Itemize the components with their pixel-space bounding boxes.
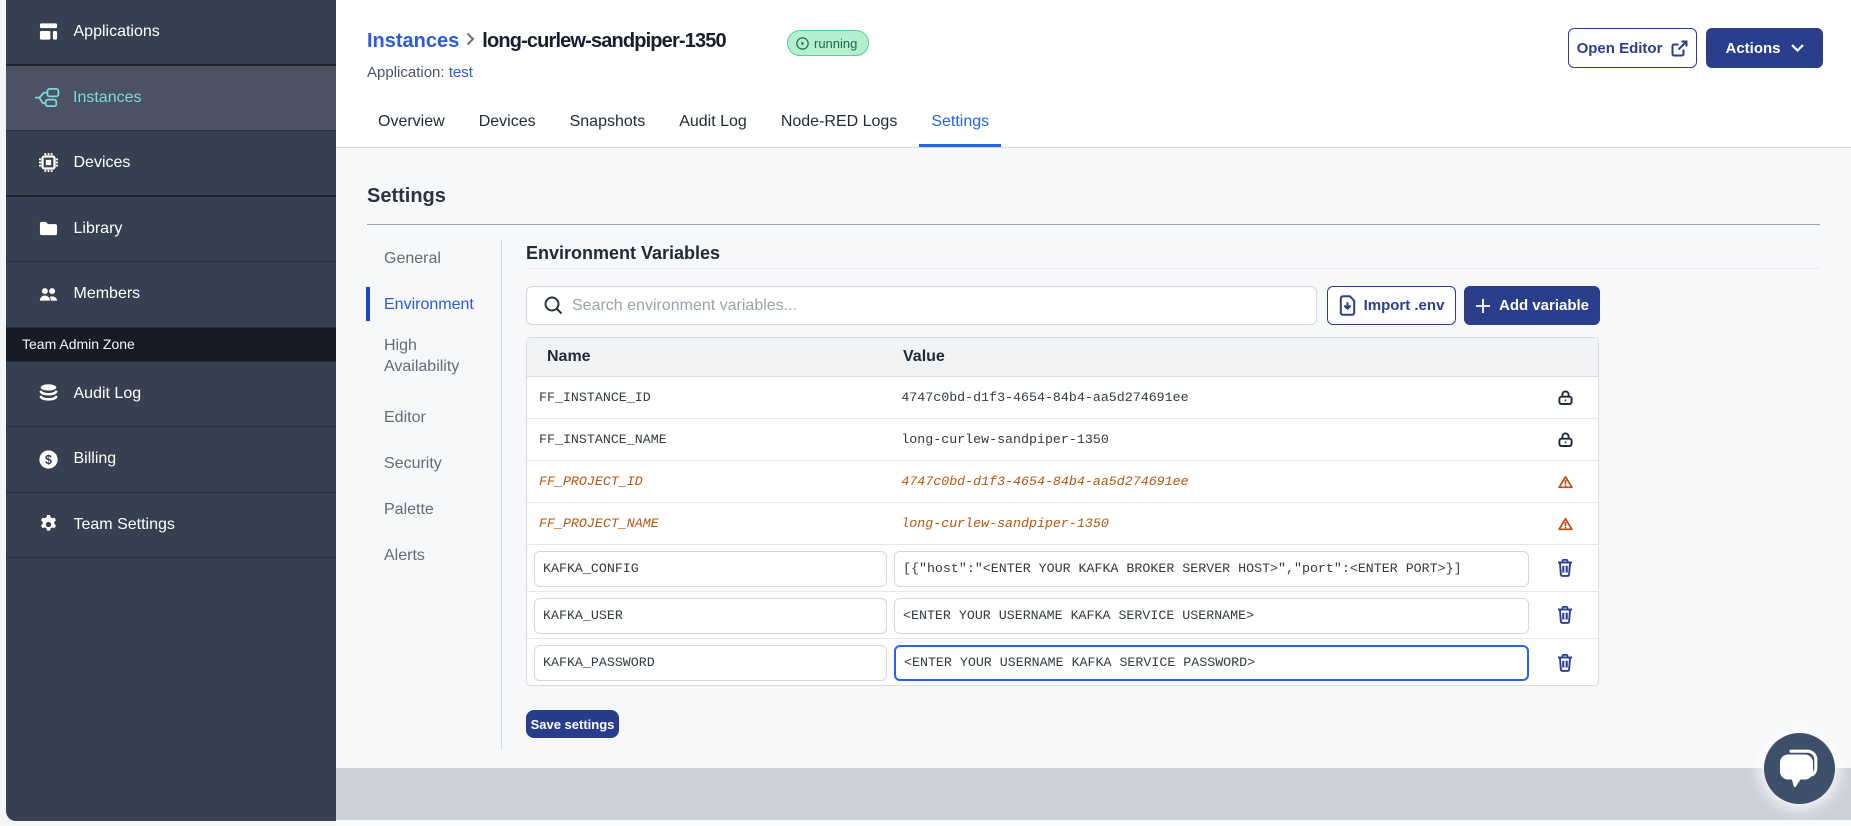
svg-text:$: $ bbox=[45, 453, 52, 467]
